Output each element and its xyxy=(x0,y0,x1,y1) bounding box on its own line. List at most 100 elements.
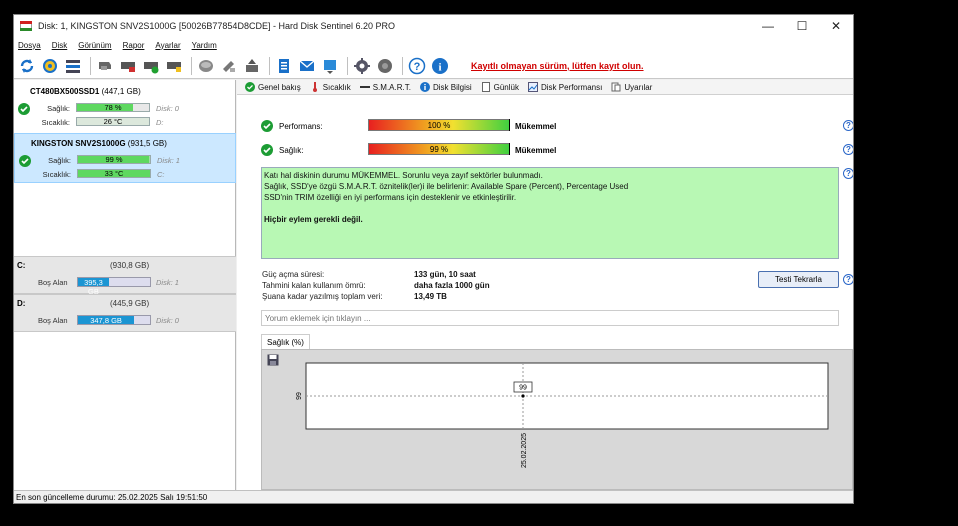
help-icon[interactable]: ? xyxy=(843,144,853,155)
disk-card-selected[interactable]: KINGSTON SNV2S1000G (931,5 GB) Sağlık: 9… xyxy=(14,133,236,183)
alerts-icon xyxy=(611,82,621,92)
help-icon[interactable]: ? xyxy=(843,168,853,179)
bar-marker xyxy=(509,143,510,155)
toolbar-separator xyxy=(191,56,192,75)
health-bar: 99 % xyxy=(368,143,510,155)
toolbar-separator xyxy=(347,56,348,75)
tab-temperature[interactable]: Sıcaklık xyxy=(310,82,351,92)
disk-card[interactable]: CT480BX500SSD1 (447,1 GB) Sağlık: 78 % D… xyxy=(14,82,236,132)
volume-letter: D: xyxy=(17,299,26,308)
temp-value: 33 °C xyxy=(77,169,151,178)
free-space-bar: 347,8 GB xyxy=(77,315,151,325)
backup-icon[interactable] xyxy=(242,56,262,76)
volume-card[interactable]: C: (930,8 GB) Boş Alan 395,3 GB Disk: 1 xyxy=(14,256,236,296)
disk-name: KINGSTON SNV2S1000G (931,5 GB) xyxy=(31,139,167,148)
tab-label: Disk Performansı xyxy=(540,82,603,92)
temp-label: Sıcaklık: xyxy=(41,118,70,127)
maximize-button[interactable]: ☐ xyxy=(785,15,819,37)
disk-index: Disk: 1 xyxy=(157,156,180,165)
info-icon[interactable]: i xyxy=(430,56,450,76)
status-bar: En son güncelleme durumu: 25.02.2025 Sal… xyxy=(14,490,853,503)
menu-view[interactable]: Görünüm xyxy=(78,41,111,50)
help-icon[interactable]: ? xyxy=(407,56,427,76)
document-icon xyxy=(481,82,491,92)
action-text: Hiçbir eylem gerekli değil. xyxy=(264,215,363,224)
volume-size: (930,8 GB) xyxy=(110,261,150,270)
lifetime-value: daha fazla 1000 gün xyxy=(414,281,490,290)
status-line: SSD'nin TRIM özelliği en iyi performans … xyxy=(264,193,517,202)
gear-icon[interactable] xyxy=(352,56,372,76)
health-value: 99 % xyxy=(429,145,449,154)
data-label: 99 xyxy=(519,385,527,392)
tab-log[interactable]: Günlük xyxy=(481,82,519,92)
svg-text:?: ? xyxy=(414,61,421,73)
toolbar-separator xyxy=(402,56,403,75)
title-bar: Disk: 1, KINGSTON SNV2S1000G [50026B7785… xyxy=(14,15,853,37)
performance-chart-icon xyxy=(527,82,538,92)
toolbar-separator xyxy=(90,56,91,75)
free-space-label: Boş Alan xyxy=(38,278,68,287)
disk-warning-icon[interactable] xyxy=(118,56,138,76)
detail-panel: Genel bakış Sıcaklık S.M.A.R.T. Disk Bil… xyxy=(237,80,853,490)
performance-label: Performans: xyxy=(279,122,323,131)
toolbar-separator xyxy=(269,56,270,75)
volume-letter: C: xyxy=(17,261,26,270)
free-space-label: Boş Alan xyxy=(38,316,68,325)
tab-smart[interactable]: S.M.A.R.T. xyxy=(359,82,411,92)
retest-button[interactable]: Testi Tekrarla xyxy=(758,271,839,288)
health-label: Sağlık: xyxy=(47,104,70,113)
tab-overview[interactable]: Genel bakış xyxy=(245,82,301,92)
menu-help[interactable]: Yardım xyxy=(192,41,217,50)
refresh-icon[interactable] xyxy=(17,56,37,76)
performance-bar: 100 % xyxy=(368,119,510,131)
svg-text:i: i xyxy=(438,61,441,73)
toolbar: ? i Kayıtlı olmayan sürüm, lütfen kayıt … xyxy=(14,53,853,79)
status-ok-icon xyxy=(261,120,273,132)
tab-label: S.M.A.R.T. xyxy=(372,82,411,92)
status-line: Katı hal diskinin durumu MÜKEMMEL. Sorun… xyxy=(264,171,543,180)
minimize-button[interactable]: — xyxy=(751,15,785,37)
drive-icon[interactable] xyxy=(196,56,216,76)
window-title: Disk: 1, KINGSTON SNV2S1000G [50026B7785… xyxy=(38,21,395,31)
help-icon[interactable]: ? xyxy=(843,120,853,131)
menu-file[interactable]: Dosya xyxy=(18,41,41,50)
x-tick-label: 25.02.2025 xyxy=(521,433,528,468)
tab-label: Günlük xyxy=(493,82,519,92)
rescan-icon[interactable] xyxy=(40,56,60,76)
tab-label: Uyarılar xyxy=(624,82,653,92)
tab-disk-performance[interactable]: Disk Performansı xyxy=(527,82,603,92)
menu-disk[interactable]: Disk xyxy=(52,41,68,50)
help-icon[interactable]: ? xyxy=(843,274,853,285)
performance-verdict: Mükemmel xyxy=(515,122,557,131)
comment-input[interactable] xyxy=(261,310,839,326)
chart-tab-health[interactable]: Sağlık (%) xyxy=(261,334,310,349)
report-icon[interactable] xyxy=(274,56,294,76)
free-space-value: 395,3 GB xyxy=(78,278,109,296)
volume-disk-index: Disk: 1 xyxy=(156,278,179,287)
tab-label: Disk Bilgisi xyxy=(432,82,472,92)
send-report-icon[interactable] xyxy=(320,56,340,76)
email-icon[interactable] xyxy=(297,56,317,76)
power-on-value: 133 gün, 10 saat xyxy=(414,270,476,279)
smart-icon xyxy=(359,82,370,92)
tab-alerts[interactable]: Uyarılar xyxy=(611,82,652,92)
health-chart: 99 25.02.2025 99 xyxy=(296,362,829,468)
lifetime-label: Tahmini kalan kullanım ömrü: xyxy=(262,281,366,290)
close-button[interactable]: ✕ xyxy=(819,15,853,37)
app-window: Disk: 1, KINGSTON SNV2S1000G [50026B7785… xyxy=(13,14,854,504)
disk-list-icon[interactable] xyxy=(63,56,83,76)
status-ok-icon xyxy=(19,155,31,167)
volume-card[interactable]: D: (445,9 GB) Boş Alan 347,8 GB Disk: 0 xyxy=(14,294,236,332)
unregistered-link[interactable]: Kayıtlı olmayan sürüm, lütfen kayıt olun… xyxy=(471,61,644,71)
menu-settings[interactable]: Ayarlar xyxy=(155,41,180,50)
sound-icon[interactable] xyxy=(375,56,395,76)
menu-report[interactable]: Rapor xyxy=(123,41,145,50)
tab-disk-info[interactable]: Disk Bilgisi xyxy=(419,82,472,92)
disk-ok-icon[interactable] xyxy=(141,56,161,76)
disk-name: CT480BX500SSD1 (447,1 GB) xyxy=(30,87,141,96)
disk-surface-icon[interactable] xyxy=(164,56,184,76)
disk-test-icon[interactable] xyxy=(95,56,115,76)
temp-label: Sıcaklık: xyxy=(42,170,71,179)
free-space-value: 347,8 GB xyxy=(78,316,135,325)
tools-icon[interactable] xyxy=(219,56,239,76)
